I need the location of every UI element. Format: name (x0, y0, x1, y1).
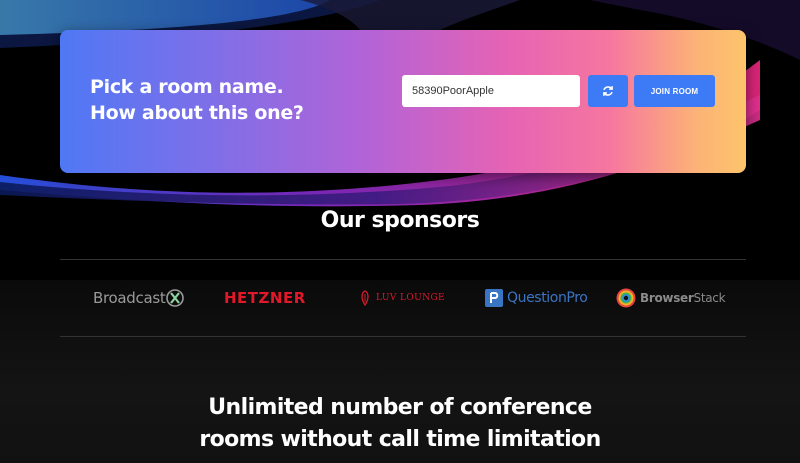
sponsors-divider-bottom (60, 336, 746, 337)
room-name-input[interactable] (402, 75, 580, 107)
broadcast-x-logo-icon (166, 289, 185, 307)
broadcast-logo-text: Broadcast (93, 289, 166, 307)
browserstack-logo-icon (616, 288, 636, 308)
sponsor-questionpro-link[interactable]: QuestionPro (485, 285, 588, 311)
questionpro-logo-icon (485, 289, 503, 307)
features-heading: Unlimited number of conference rooms wit… (0, 392, 800, 456)
sponsors-heading: Our sponsors (320, 208, 480, 233)
luv-lounge-logo-icon (361, 290, 369, 307)
luv-lounge-logo-text: LUV LOUNGE (376, 293, 446, 303)
join-room-button[interactable]: JOIN ROOM (634, 75, 715, 107)
room-picker-heading-line1: Pick a room name. (90, 76, 284, 98)
sponsor-browserstack-link[interactable]: BrowserStack (616, 285, 726, 311)
sponsor-luv-lounge-link[interactable]: LUV LOUNGE (358, 285, 445, 311)
room-picker-heading: Pick a room name. How about this one? (90, 74, 350, 126)
features-heading-line2: rooms without call time limitation (199, 427, 601, 452)
hetzner-logo-text: HETZNER (224, 289, 306, 307)
refresh-icon (603, 86, 613, 96)
browserstack-logo-text-light: Stack (693, 291, 726, 305)
browserstack-logo-text-bold: Browser (640, 291, 694, 305)
sponsor-broadcast-link[interactable]: Broadcast (93, 285, 185, 311)
room-picker-heading-line2: How about this one? (90, 102, 304, 124)
sponsors-divider-top (60, 259, 746, 260)
browserstack-logo-text: BrowserStack (640, 291, 726, 305)
room-picker-card: Pick a room name. How about this one? JO… (60, 30, 746, 173)
refresh-room-name-button[interactable] (588, 75, 628, 107)
sponsor-hetzner-link[interactable]: HETZNER (224, 285, 306, 311)
questionpro-logo-text: QuestionPro (507, 290, 588, 306)
features-heading-line1: Unlimited number of conference (208, 395, 592, 420)
